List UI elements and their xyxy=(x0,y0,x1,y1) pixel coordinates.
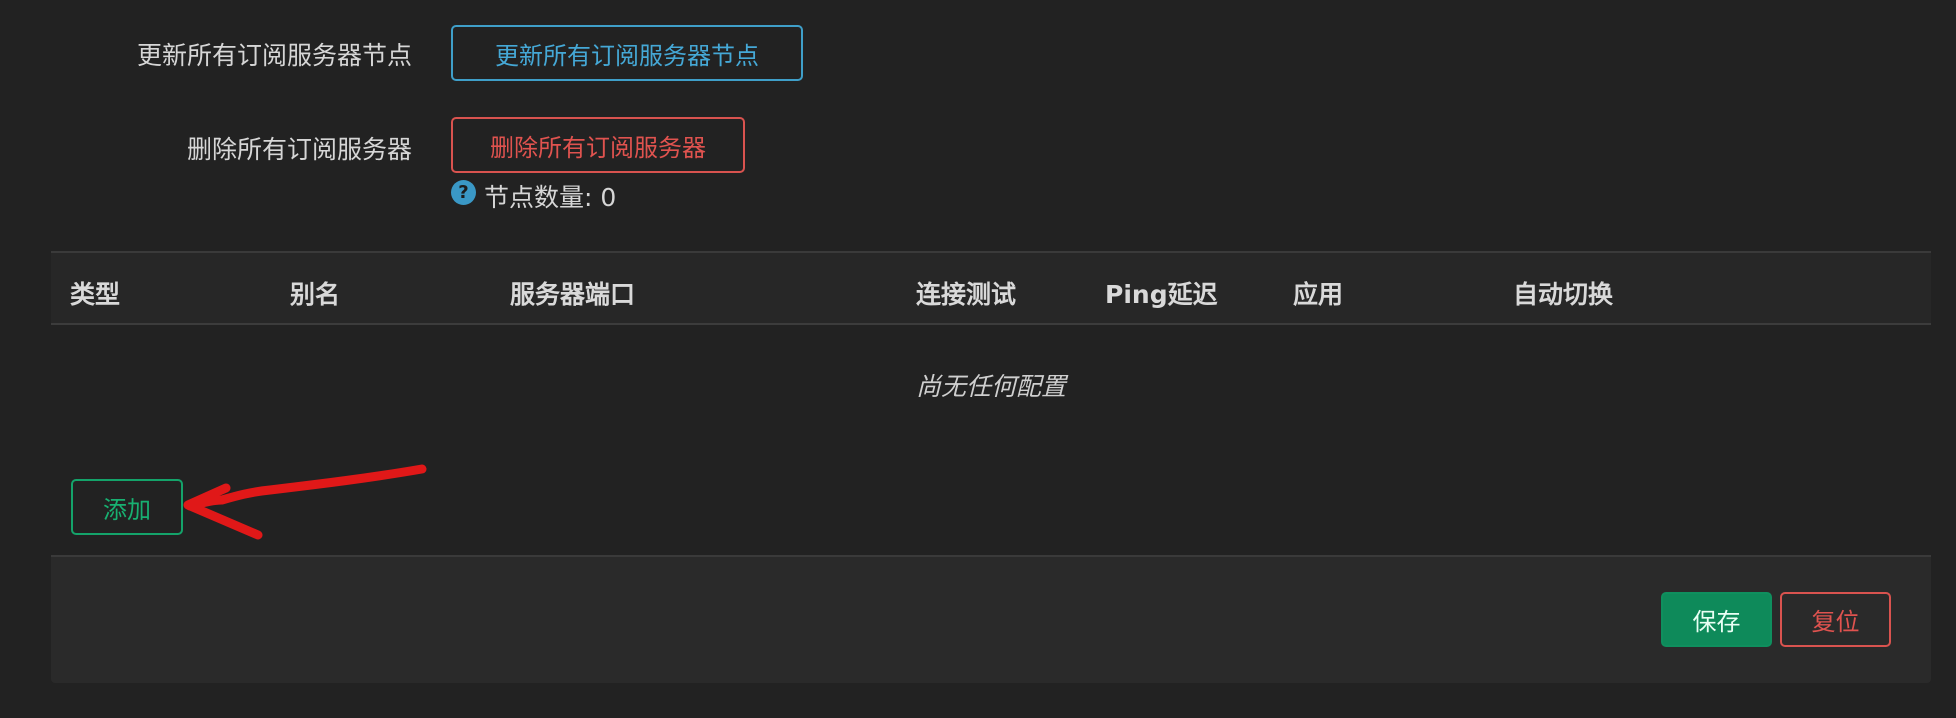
column-header-type: 类型 xyxy=(70,280,121,309)
help-icon: ? xyxy=(451,179,476,205)
empty-table-message: 尚无任何配置 xyxy=(915,372,1066,401)
column-header-auto-switch: 自动切换 xyxy=(1513,280,1614,309)
column-header-connection-test: 连接测试 xyxy=(916,280,1017,309)
update-nodes-button[interactable]: 更新所有订阅服务器节点 xyxy=(451,25,803,81)
save-button[interactable]: 保存 xyxy=(1661,592,1772,647)
delete-servers-label: 删除所有订阅服务器 xyxy=(186,135,412,164)
form-footer xyxy=(51,555,1931,683)
column-header-apply: 应用 xyxy=(1293,280,1344,309)
reset-button[interactable]: 复位 xyxy=(1780,592,1891,647)
node-count-text: 节点数量: 0 xyxy=(484,183,617,212)
column-header-ping-latency: Ping延迟 xyxy=(1105,280,1218,309)
table-header: 类型 别名 服务器端口 连接测试 Ping延迟 应用 自动切换 xyxy=(51,251,1931,325)
column-header-alias: 别名 xyxy=(290,280,341,309)
update-nodes-label: 更新所有订阅服务器节点 xyxy=(136,41,412,70)
column-header-server-port: 服务器端口 xyxy=(510,280,636,309)
node-count-line: ? 节点数量: 0 xyxy=(451,178,616,214)
delete-servers-button[interactable]: 删除所有订阅服务器 xyxy=(451,117,745,173)
add-button[interactable]: 添加 xyxy=(71,479,183,535)
